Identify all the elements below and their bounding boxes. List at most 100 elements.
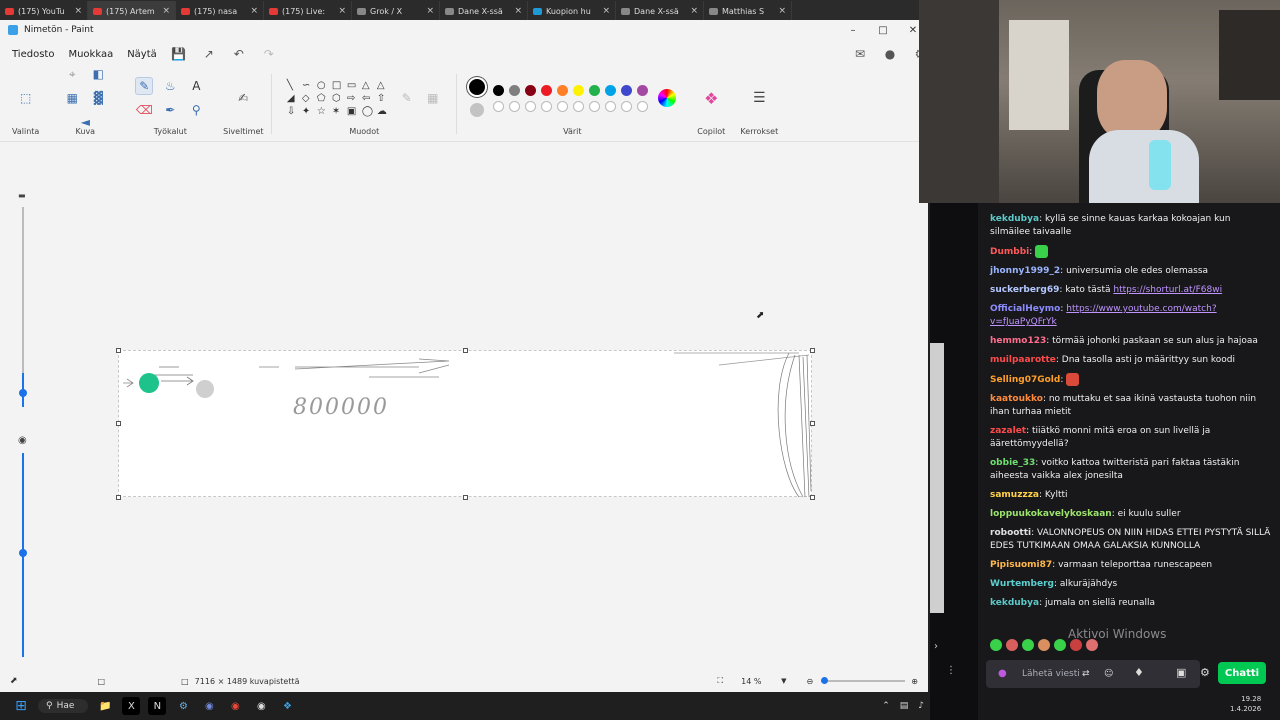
edit-colors-icon[interactable] <box>657 89 676 107</box>
color-swatch[interactable] <box>492 100 504 112</box>
color-swatch[interactable] <box>524 100 536 112</box>
color-swatch[interactable] <box>572 84 584 96</box>
chat-username[interactable]: kekdubya <box>990 214 1039 224</box>
minimize-button[interactable]: – <box>838 25 868 36</box>
primary-color-swatch[interactable] <box>468 79 485 95</box>
comment-icon[interactable]: ✉ <box>852 46 868 62</box>
color-swatch[interactable] <box>588 100 600 112</box>
tab-close-icon[interactable]: × <box>514 6 522 16</box>
chevron-down-icon[interactable]: ▼ <box>781 677 786 685</box>
store-icon[interactable]: ▣ <box>1176 666 1186 679</box>
steam-icon[interactable]: ⚙ <box>174 697 192 715</box>
magnifier-icon[interactable]: ⚲ <box>187 101 205 119</box>
chat-username[interactable]: kekdubya <box>990 598 1039 608</box>
zoom-level[interactable]: 14 % <box>741 677 781 686</box>
browser-tab[interactable]: (175) Live: × <box>264 1 352 21</box>
undo-icon[interactable]: ↶ <box>231 46 247 62</box>
select-rectangle-icon[interactable]: ⬚ <box>17 89 35 107</box>
color-swatch[interactable] <box>604 100 616 112</box>
crop-icon[interactable]: ⌖ <box>63 65 81 83</box>
layers-icon[interactable]: ☰ <box>750 89 768 107</box>
chrome-icon[interactable]: ◉ <box>226 697 244 715</box>
shape-fill-icon[interactable]: ▦ <box>424 89 442 107</box>
color-swatch[interactable] <box>508 84 520 96</box>
browser-tab[interactable]: (175) YouTu × <box>0 1 88 21</box>
chat-input[interactable]: ● Lähetä viesti ⇄ ☺ <box>986 660 1200 688</box>
tab-close-icon[interactable]: × <box>426 6 434 16</box>
color-swatch[interactable] <box>572 100 584 112</box>
color-swatch[interactable] <box>620 84 632 96</box>
resize-handle[interactable] <box>463 348 468 353</box>
color-swatch[interactable] <box>508 100 520 112</box>
color-swatch[interactable] <box>540 84 552 96</box>
opacity-thumb[interactable] <box>19 549 27 557</box>
chat-username[interactable]: muilpaarotte <box>990 355 1056 365</box>
collapse-chevron-icon[interactable]: › <box>934 641 938 652</box>
resize-handle[interactable] <box>810 495 815 500</box>
file-explorer-icon[interactable]: 📁 <box>96 697 114 715</box>
emote-picker-icon[interactable]: ☺ <box>1104 669 1113 679</box>
zoom-slider[interactable] <box>821 677 906 684</box>
chat-username[interactable]: kaatoukko <box>990 394 1043 404</box>
more-options-icon[interactable]: ⋮ <box>946 665 956 676</box>
color-swatch[interactable] <box>636 84 648 96</box>
browser-tab[interactable]: Dane X-ssä × <box>616 1 704 21</box>
zoom-slider-thumb[interactable] <box>821 677 829 684</box>
save-icon[interactable]: 💾 <box>171 46 187 62</box>
resize-handle[interactable] <box>810 421 815 426</box>
secondary-color-swatch[interactable] <box>469 103 484 117</box>
color-picker-icon[interactable]: ✒ <box>161 101 179 119</box>
browser-tab[interactable]: Matthias S × <box>704 1 792 21</box>
brush-icon[interactable]: ✍ <box>234 89 252 107</box>
tray-chevron-icon[interactable]: ⌃ <box>882 701 890 711</box>
obs-icon[interactable]: ◉ <box>252 697 270 715</box>
chat-username[interactable]: jhonny1999_2 <box>990 266 1060 276</box>
browser-tab[interactable]: (175) nasa × <box>176 1 264 21</box>
chat-username[interactable]: robootti <box>990 528 1031 538</box>
color-swatch[interactable] <box>540 100 552 112</box>
browser-tab[interactable]: Grok / X × <box>352 1 440 21</box>
zoom-out-icon[interactable]: ⊖ <box>807 677 814 686</box>
chat-username[interactable]: hemmo123 <box>990 336 1046 346</box>
bits-icon[interactable]: ♦ <box>1134 666 1144 679</box>
tab-close-icon[interactable]: × <box>690 6 698 16</box>
resize-handle[interactable] <box>116 421 121 426</box>
chat-username[interactable]: obbie_33 <box>990 458 1035 468</box>
chat-username[interactable]: Selling07Gold <box>990 375 1060 385</box>
menu-file[interactable]: Tiedosto <box>12 49 54 60</box>
chat-settings-icon[interactable]: ⚙ <box>1200 666 1210 679</box>
color-swatch[interactable] <box>636 100 648 112</box>
tab-close-icon[interactable]: × <box>74 6 82 16</box>
tab-close-icon[interactable]: × <box>250 6 258 16</box>
shapes-gallery[interactable]: ╲ ∽ ○ □ ▭ △ △ ◢ ◇ ⬠ ⬡ ⇨ ⇦ ⇧ ⇩ ✦ ☆ ✶ ▣ ◯ ☁ <box>287 80 390 117</box>
zoom-in-icon[interactable]: ⊕ <box>911 677 918 686</box>
chat-send-button[interactable]: Chatti <box>1218 662 1266 684</box>
brush-size-slider[interactable]: ▬ ◉ <box>18 183 28 663</box>
paint-taskbar-icon[interactable]: ❖ <box>278 697 296 715</box>
chat-username[interactable]: Pipisuomi87 <box>990 560 1052 570</box>
outline-icon[interactable]: ✎ <box>398 89 416 107</box>
chat-username[interactable]: loppuukokavelykoskaan <box>990 509 1112 519</box>
chat-username[interactable]: zazalet <box>990 426 1026 436</box>
maximize-button[interactable]: □ <box>868 25 898 36</box>
slider-thumb[interactable] <box>19 389 27 397</box>
chat-username[interactable]: Dumbbi <box>990 247 1029 257</box>
color-swatch[interactable] <box>556 84 568 96</box>
tab-close-icon[interactable]: × <box>338 6 346 16</box>
color-swatch[interactable] <box>524 84 536 96</box>
resize-handle[interactable] <box>116 348 121 353</box>
menu-edit[interactable]: Muokkaa <box>68 49 113 60</box>
redo-icon[interactable]: ↷ <box>261 46 277 62</box>
color-swatch[interactable] <box>604 84 616 96</box>
translate-icon[interactable]: ⇄ <box>1082 669 1090 679</box>
transparent-bg-icon[interactable]: ▓ <box>89 89 107 107</box>
windows-start-icon[interactable]: ⊞ <box>12 697 30 715</box>
resize-handle[interactable] <box>463 495 468 500</box>
resize-handle[interactable] <box>810 348 815 353</box>
chat-username[interactable]: suckerberg69 <box>990 285 1059 295</box>
discord-icon[interactable]: ◉ <box>200 697 218 715</box>
browser-tab[interactable]: Dane X-ssä × <box>440 1 528 21</box>
resize-icon[interactable]: ◧ <box>89 65 107 83</box>
share-icon[interactable]: ↗ <box>201 46 217 62</box>
text-tool-icon[interactable]: A <box>187 77 205 95</box>
